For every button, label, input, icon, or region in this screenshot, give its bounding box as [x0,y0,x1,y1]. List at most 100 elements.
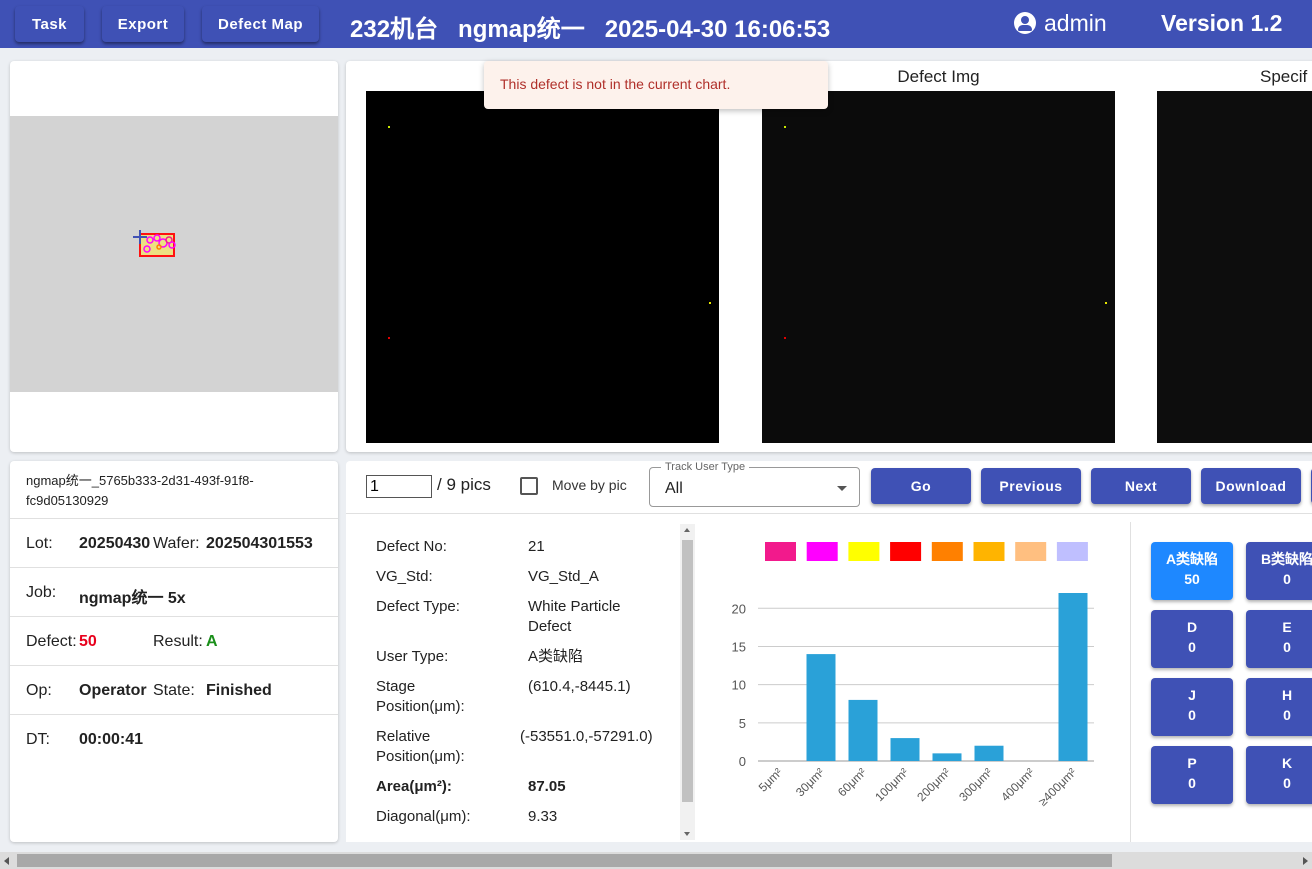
y-tick-label: 20 [732,601,746,616]
job-label: Job: [26,584,57,601]
details-scrollbar[interactable] [680,524,695,840]
category-button-e[interactable]: E0 [1246,610,1312,668]
user-menu[interactable]: admin [1014,10,1107,37]
scroll-up-icon[interactable] [684,528,690,532]
toast-message: This defect is not in the current chart. [484,61,828,109]
legend-swatch [765,542,796,561]
detail-label: Diagonal(μm): [376,808,471,825]
scroll-right-icon[interactable] [1303,857,1308,865]
category-name: J [1188,687,1196,703]
detail-panel: Defect No: 21 VG_Std: VG_Std_A Defect Type… [346,514,1312,842]
dt-label: DT: [26,731,50,748]
dt-row: DT: 00:00:41 [10,714,338,763]
image-2-canvas [784,126,1107,339]
histogram-bar [806,654,836,761]
export-button[interactable]: Export [102,6,184,42]
detail-value: 87.05 [528,778,566,795]
detail-label: VG_Std: [376,568,433,585]
legend-swatch [806,542,838,561]
category-count: 0 [1283,639,1291,655]
job-row: Job: ngmap统一 5x [10,567,338,616]
category-name: D [1186,619,1198,635]
defect-image-1[interactable] [366,91,719,443]
image-panel: Defect Img Specif [346,61,1312,452]
legend-swatch [973,542,1005,561]
defect-count: 50 [79,633,97,650]
category-count: 50 [1184,571,1200,587]
image-dot [388,337,390,339]
task-button[interactable]: Task [15,6,84,42]
state-value: Finished [206,682,272,699]
op-value: Operator [79,682,147,699]
x-tick-label: 5μm² [756,765,785,794]
category-count: 0 [1188,707,1196,723]
histogram-bar [932,753,962,761]
op-label: Op: [26,682,52,699]
category-name: B类缺陷 [1260,551,1312,567]
detail-value: VG_Std_A [528,568,599,585]
defect-image-3[interactable] [1157,91,1312,443]
horizontal-scrollbar[interactable] [0,852,1312,869]
detail-label: Area(μm²): [376,778,452,795]
detail-label: User Type: [376,648,449,665]
image-dot [784,126,786,128]
detail-label: Relative Position(μm): [376,728,465,765]
wafer-map[interactable] [10,116,338,392]
state-label: State: [153,682,195,699]
x-tick-label: 30μm² [793,765,827,799]
category-button-k[interactable]: K0 [1246,746,1312,804]
y-tick-label: 15 [732,639,746,654]
track-user-type-value: All [665,480,683,497]
wafer-value: 202504301553 [206,535,313,552]
dt-value: 00:00:41 [79,731,144,748]
x-tick-label: 100μm² [872,765,911,804]
category-count: 0 [1188,775,1196,791]
page-title: 232机台 ngmap统一 2025-04-30 16:06:53 [350,16,831,43]
category-count: 0 [1188,639,1196,655]
navigation-bar: / 9 pics Move by pic Track User Type All… [346,461,1312,513]
page-input[interactable] [366,475,432,498]
histogram-bar [974,745,1004,761]
y-tick-label: 10 [732,678,746,693]
legend-swatch [890,542,922,561]
move-by-pic-checkbox[interactable] [520,477,538,495]
detail-value: A类缺陷 [528,648,584,665]
category-count: 0 [1283,707,1291,723]
previous-button[interactable]: Previous [981,468,1081,504]
scroll-left-icon[interactable] [4,857,9,865]
image-dot [388,126,390,128]
lot-label: Lot: [26,535,53,552]
category-button-p[interactable]: P0 [1151,746,1233,804]
next-button[interactable]: Next [1091,468,1191,504]
category-button-h[interactable]: H0 [1246,678,1312,736]
legend-swatch [1056,542,1088,561]
scroll-down-icon[interactable] [684,832,690,836]
histogram-bar [848,699,878,761]
category-button-b[interactable]: B类缺陷 0 [1246,542,1312,600]
divider [1130,522,1131,842]
go-button[interactable]: Go [871,468,971,504]
category-button-d[interactable]: D0 [1151,610,1233,668]
scroll-thumb[interactable] [682,540,693,802]
scroll-thumb[interactable] [17,854,1112,867]
account-icon [1014,12,1036,34]
track-user-type-select[interactable]: Track User Type All [649,461,860,507]
x-tick-label: ≥400μm² [1036,765,1079,808]
detail-label: Defect No: [376,538,447,555]
category-button-j[interactable]: J0 [1151,678,1233,736]
info-panel: ngmap统一_5765b333-2d31-493f-91f8-fc9d0513… [10,461,338,842]
track-user-type-label: Track User Type [661,461,750,473]
defect-image-2[interactable] [762,91,1115,443]
category-button-a[interactable]: A类缺陷 50 [1151,542,1233,600]
category-name: E [1282,619,1292,635]
wafer-map-plot [133,230,176,257]
op-row: Op: Operator State: Finished [10,665,338,714]
lot-row: Lot: 20250430 Wafer: 202504301553 [10,518,338,567]
dropdown-arrow-icon [837,486,847,491]
move-by-pic-label: Move by pic [552,477,627,493]
category-count: 0 [1283,571,1291,587]
download-button[interactable]: Download [1201,468,1301,504]
image-dot [784,337,786,339]
defect-map-button[interactable]: Defect Map [202,6,319,42]
legend-swatch [848,542,880,561]
